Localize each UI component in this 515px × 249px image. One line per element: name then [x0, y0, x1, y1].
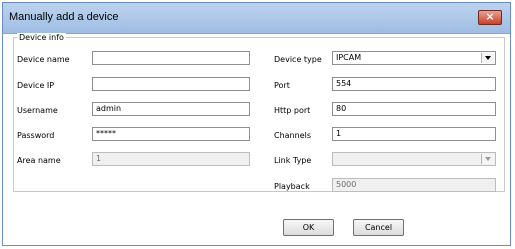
device-name-field[interactable] [92, 51, 250, 65]
cancel-button[interactable]: Cancel [353, 219, 404, 236]
password-label: Password [17, 131, 55, 140]
dialog-body: Device info Device name Device IP Userna… [7, 33, 508, 243]
add-device-dialog: Manually add a device × Device info Devi… [2, 2, 511, 246]
area-name-field: 1 [92, 152, 250, 166]
channels-field[interactable]: 1 [332, 127, 496, 141]
window-title: Manually add a device [9, 11, 119, 23]
username-field[interactable]: admin [92, 102, 250, 116]
device-type-value: IPCAM [336, 53, 362, 62]
device-type-select[interactable]: IPCAM [332, 51, 496, 65]
port-label: Port [274, 81, 290, 90]
username-label: Username [17, 106, 58, 115]
group-title: Device info [17, 33, 66, 42]
device-ip-field[interactable] [92, 77, 250, 91]
area-name-label: Area name [17, 156, 61, 165]
device-ip-label: Device IP [17, 81, 55, 90]
link-type-label: Link Type [274, 156, 312, 165]
playback-label: Playback [274, 182, 310, 191]
close-icon[interactable]: × [485, 10, 494, 23]
http-port-field[interactable]: 80 [332, 102, 496, 116]
channels-label: Channels [274, 131, 312, 140]
chevron-down-icon[interactable] [481, 53, 494, 63]
ok-button[interactable]: OK [283, 219, 334, 236]
port-field[interactable]: 554 [332, 77, 496, 91]
password-field[interactable]: ***** [92, 127, 250, 141]
playback-field: 5000 [332, 178, 496, 192]
device-type-label: Device type [274, 55, 322, 64]
close-button[interactable]: × [478, 10, 502, 25]
chevron-down-icon [481, 154, 494, 164]
http-port-label: Http port [274, 106, 311, 115]
title-bar[interactable]: Manually add a device × [3, 3, 510, 34]
link-type-select [332, 152, 496, 166]
device-name-label: Device name [17, 55, 70, 64]
